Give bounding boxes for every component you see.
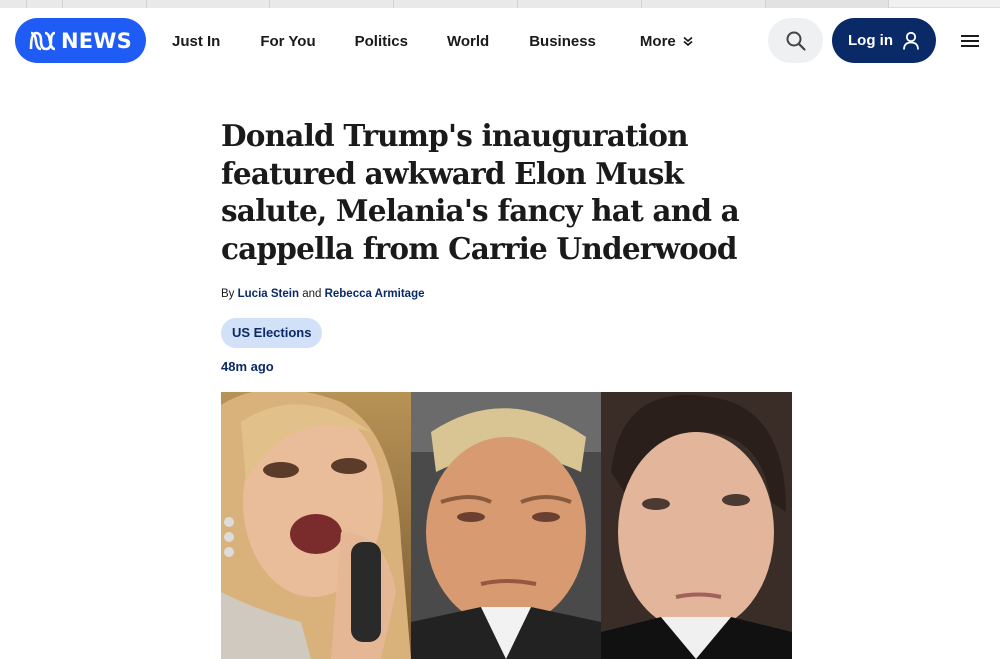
browser-tab-strip [0,0,1000,8]
hamburger-menu-icon [961,35,979,47]
nav-just-in[interactable]: Just In [172,33,220,50]
hero-photo-singer [221,392,411,659]
nav-world[interactable]: World [447,33,489,50]
author-link[interactable]: Rebecca Armitage [325,288,425,300]
byline-joiner: and [302,288,322,300]
user-icon [903,31,919,50]
author-link[interactable]: Lucia Stein [238,288,299,300]
nav-more-label: More [639,32,676,50]
article-timestamp: 48m ago [221,359,274,374]
login-button[interactable]: Log in [832,18,936,63]
login-label: Log in [848,32,893,49]
site-header: NEWS Just In For You Politics World Busi… [0,8,1000,74]
nav-business[interactable]: Business [529,33,596,50]
nav-politics[interactable]: Politics [355,33,408,50]
browser-tab[interactable] [642,0,766,8]
abc-news-logo[interactable]: NEWS [15,18,146,63]
browser-tab[interactable] [27,0,63,8]
search-icon [786,31,806,51]
topic-tag[interactable]: US Elections [221,318,323,348]
search-button[interactable] [768,18,823,63]
article-header: Donald Trump's inauguration featured awk… [221,117,792,377]
browser-tab[interactable] [147,0,270,8]
hero-image[interactable] [221,392,792,659]
hero-photo-musk [601,392,792,659]
hamburger-menu-button[interactable] [955,28,985,54]
byline-prefix: By [221,288,235,300]
browser-tab[interactable] [394,0,518,8]
logo-text: NEWS [60,28,132,53]
browser-tab[interactable] [0,0,27,8]
hero-photo-trump [411,392,601,659]
browser-tab[interactable] [518,0,642,8]
byline: By Lucia Stein and Rebecca Armitage [221,288,792,306]
browser-tab[interactable] [766,0,889,8]
browser-tab[interactable] [63,0,147,8]
main-nav: Just In For You Politics World Business … [172,8,694,74]
abc-logo-icon [29,31,56,50]
article-headline: Donald Trump's inauguration featured awk… [221,118,740,266]
nav-more[interactable]: More [640,33,694,50]
chevron-down-icon [683,36,693,47]
browser-tab[interactable] [270,0,394,8]
nav-for-you[interactable]: For You [260,33,315,50]
